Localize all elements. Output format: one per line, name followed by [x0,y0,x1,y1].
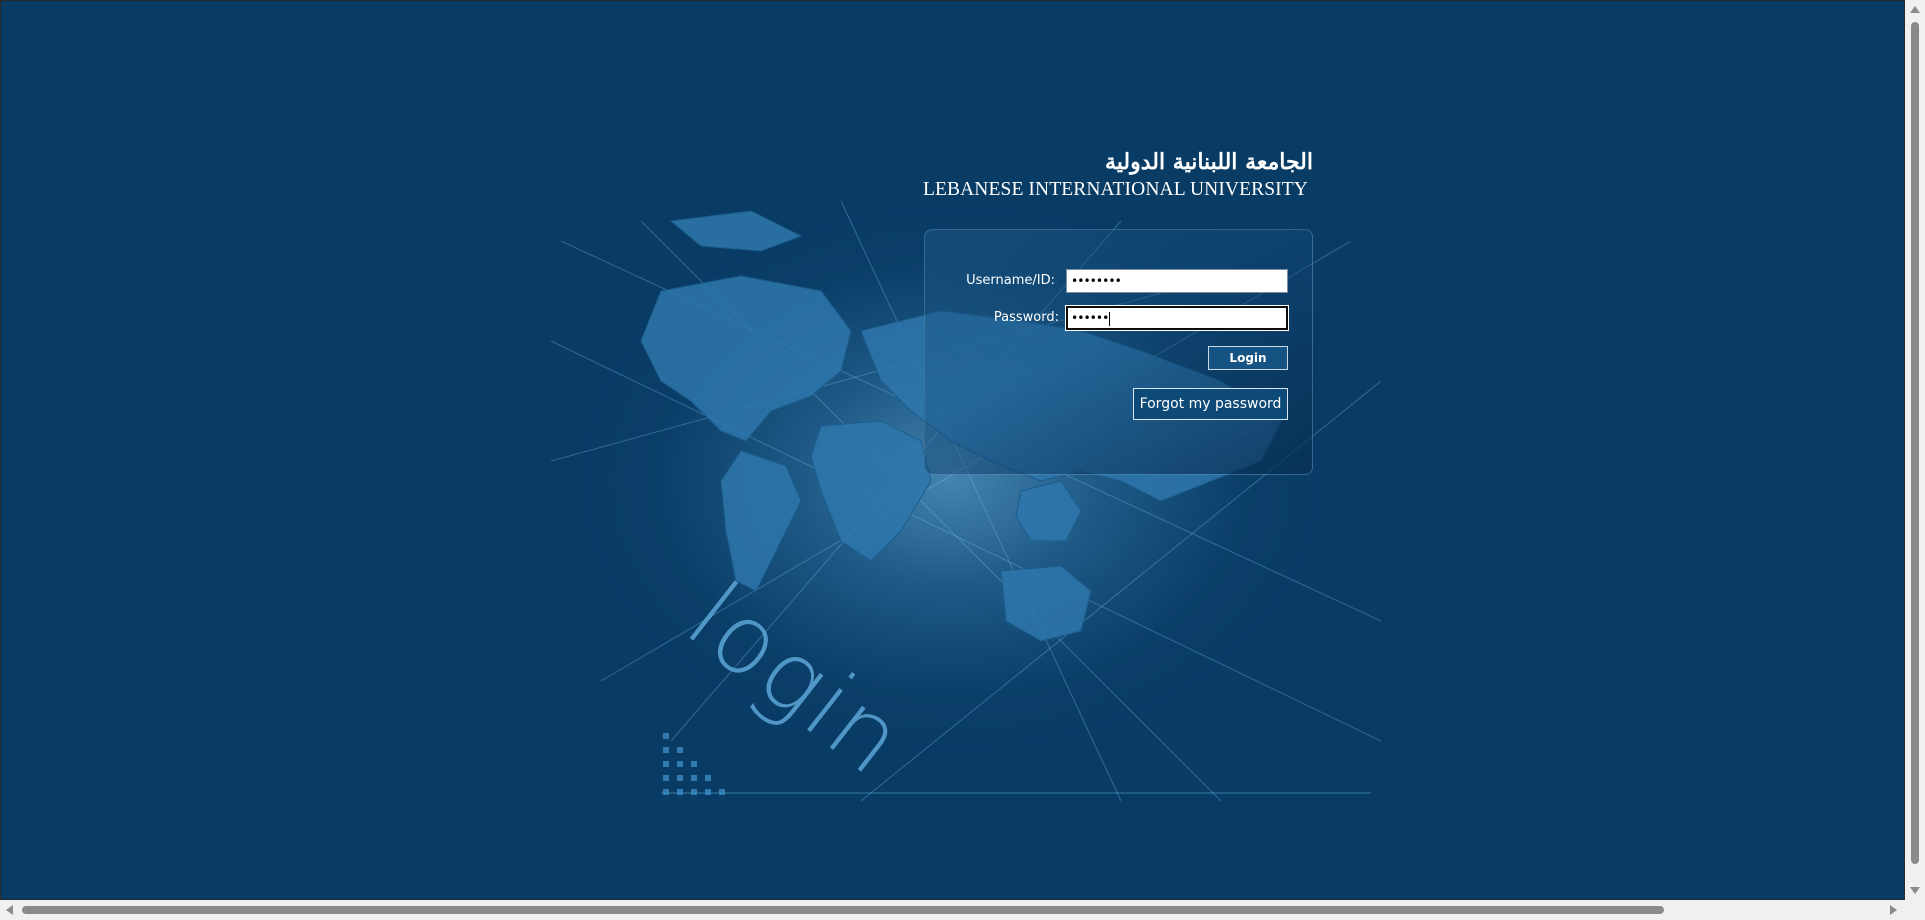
text-caret [1109,311,1111,326]
login-form: Username/ID: •••••••• Password: •••••• L… [924,229,1313,475]
password-value: •••••• [1071,311,1109,325]
horizontal-scrollbar[interactable] [0,900,1905,920]
login-button[interactable]: Login [1208,346,1288,370]
login-page: login الجامعة اللبنانية الدولية LEBANESE… [0,0,1905,900]
password-label: Password: [993,310,1059,325]
forgot-password-button[interactable]: Forgot my password [1133,388,1288,420]
scroll-up-arrow-icon[interactable] [1910,6,1920,13]
scrollbar-corner [1905,900,1925,920]
password-input[interactable]: •••••• [1066,306,1288,330]
vertical-scroll-thumb[interactable] [1911,22,1919,864]
dot-matrix-decoration [663,733,725,795]
scroll-left-arrow-icon[interactable] [6,905,13,915]
vertical-scrollbar[interactable] [1905,0,1925,900]
horizontal-scroll-thumb[interactable] [22,906,1664,914]
university-name-arabic: الجامعة اللبنانية الدولية [1105,149,1313,175]
username-label: Username/ID: [966,273,1055,288]
continent-africa [810,420,932,562]
username-value: •••••••• [1071,274,1122,288]
continent-india [1015,480,1082,542]
username-input[interactable]: •••••••• [1066,269,1288,293]
university-name: LEBANESE INTERNATIONAL UNIVERSITY [923,179,1308,200]
continent-north-america [640,275,852,442]
university-logo: الجامعة اللبنانية الدولية LEBANESE INTER… [923,149,1313,201]
continent-australia [1000,565,1092,642]
scroll-down-arrow-icon[interactable] [1910,887,1920,894]
continent-greenland [669,210,803,252]
scroll-right-arrow-icon[interactable] [1890,905,1897,915]
